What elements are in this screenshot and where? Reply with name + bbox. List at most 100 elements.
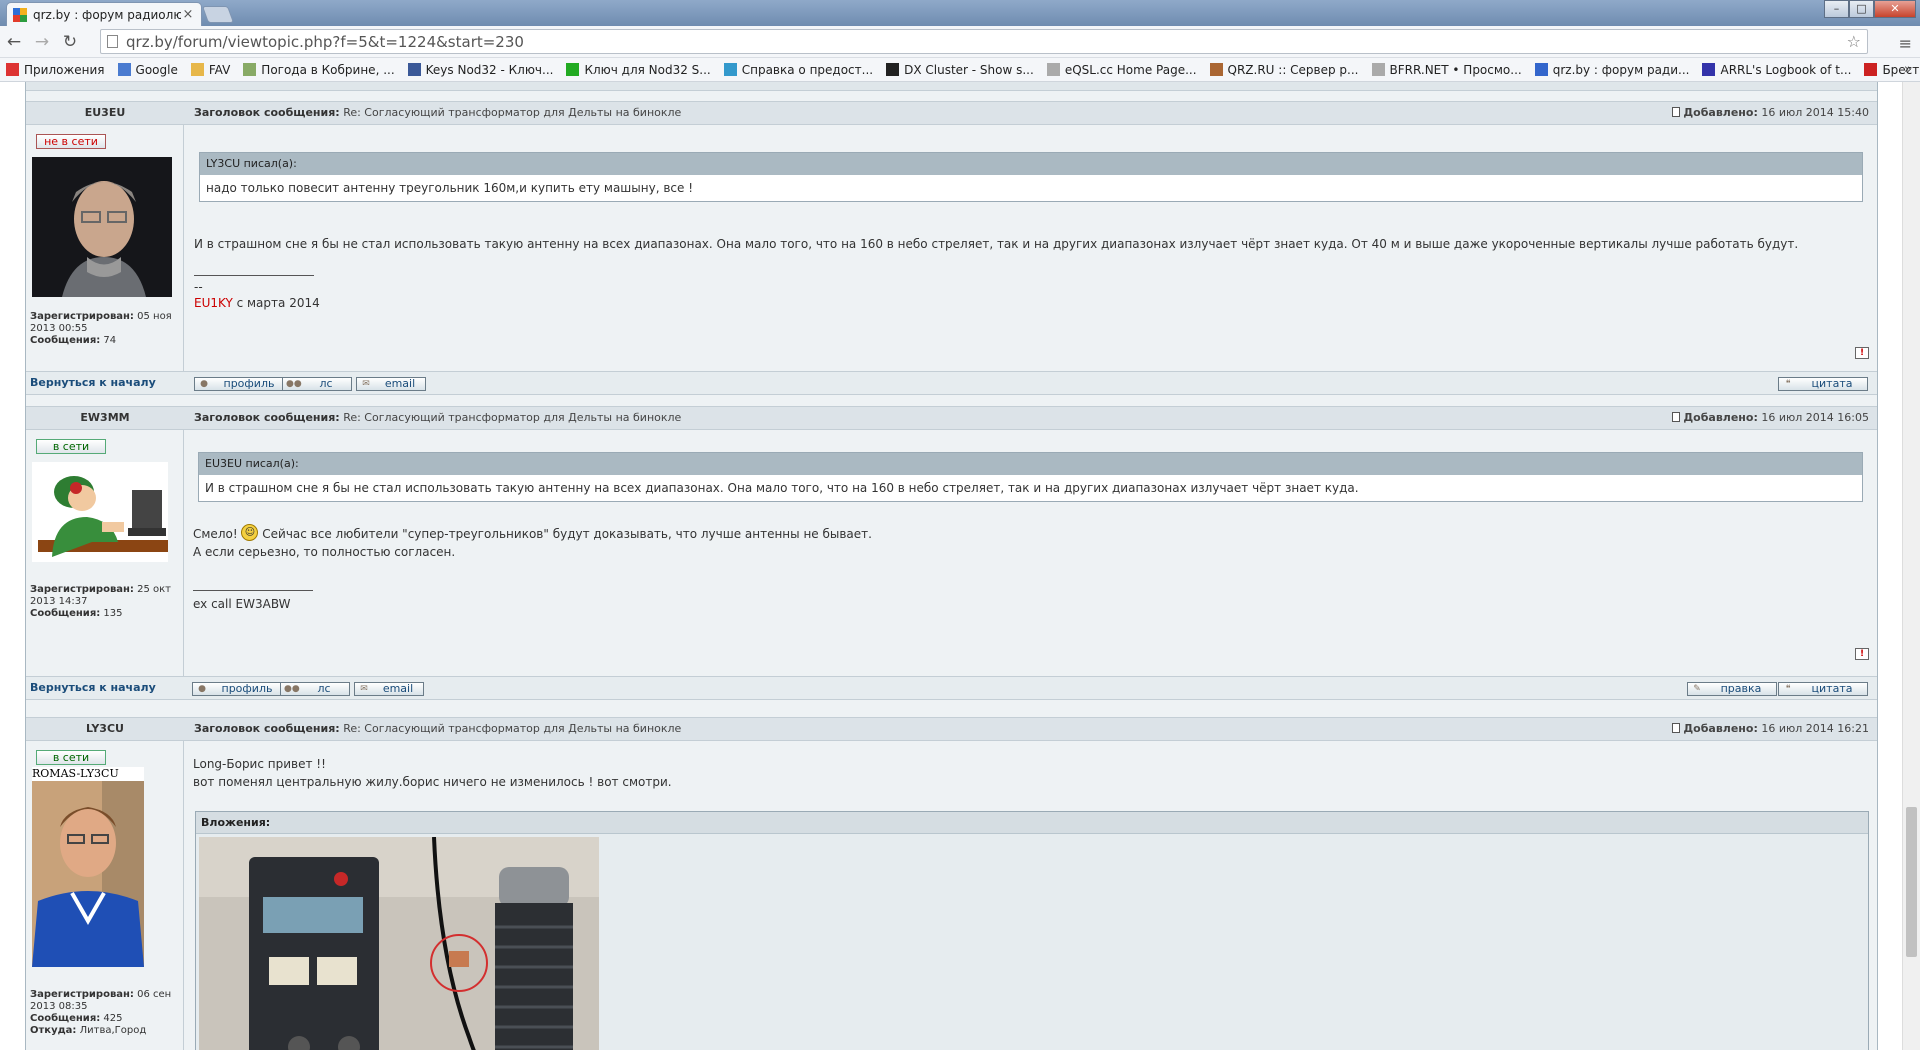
bookmarks-overflow-icon[interactable]: »: [1904, 62, 1912, 77]
bookmark-label: QRZ.RU :: Сервер р...: [1227, 62, 1359, 77]
bookmark-item[interactable]: BFRR.NET • Просмо...: [1371, 63, 1522, 77]
help-icon: [723, 63, 737, 76]
post-body: LY3CU писал(а): надо только повесит анте…: [185, 125, 1877, 371]
browser-toolbar: ← → ↻ qrz.by/forum/viewtopic.php?f=5&t=1…: [0, 26, 1920, 58]
qrzby-icon: [1534, 63, 1548, 76]
quote-block: LY3CU писал(а): надо только повесит анте…: [199, 152, 1863, 202]
profile-button[interactable]: ● профиль: [192, 682, 284, 696]
avatar: [32, 462, 168, 562]
signature-divider: [193, 590, 313, 591]
post-subject: Заголовок сообщения: Re: Согласующий тра…: [194, 411, 682, 424]
bookmark-item[interactable]: Приложения: [6, 63, 105, 77]
post-icon: [1672, 723, 1681, 733]
report-post-icon[interactable]: !: [1855, 347, 1869, 359]
minimize-button[interactable]: –: [1824, 0, 1849, 18]
avatar-photo: [32, 781, 144, 967]
bookmark-item[interactable]: Google: [117, 62, 178, 77]
bookmark-item[interactable]: qrz.by : форум ради...: [1534, 63, 1689, 77]
window-controls: – □ ✕: [1824, 0, 1916, 18]
bookmark-item[interactable]: DX Cluster - Show s...: [886, 63, 1034, 77]
bookmark-item[interactable]: Погода в Кобрине, ...: [243, 62, 395, 77]
page-icon: [107, 35, 118, 48]
pm-icon: ●●: [286, 379, 302, 389]
bookmark-item[interactable]: FAV: [190, 62, 231, 77]
bookmark-item[interactable]: Ключ для Nod32 S...: [566, 62, 711, 77]
address-bar[interactable]: qrz.by/forum/viewtopic.php?f=5&t=1224&st…: [100, 29, 1868, 54]
grin-smiley-icon: ☺: [241, 524, 259, 541]
maximize-button[interactable]: □: [1849, 0, 1874, 18]
post-author[interactable]: EU3EU: [26, 102, 184, 126]
online-status-badge: в сети: [36, 750, 106, 765]
post-signature: ex call EW3ABW: [193, 590, 313, 613]
avatar-photo: [32, 157, 172, 297]
bookmark-star-icon[interactable]: ☆: [1847, 32, 1861, 51]
previous-post-footer: [26, 82, 1877, 91]
page-icon: [1371, 63, 1385, 76]
google-icon: [117, 63, 131, 76]
bookmark-label: Google: [135, 62, 178, 77]
bookmark-label: FAV: [208, 62, 231, 77]
bookmarks-bar: Приложения Google FAV Погода в Кобрине, ...…: [0, 58, 1920, 82]
pm-button[interactable]: ●● лс: [280, 682, 350, 696]
back-button[interactable]: ←: [0, 32, 28, 52]
qrzby-favicon-icon: [13, 7, 27, 22]
close-window-button[interactable]: ✕: [1874, 0, 1916, 18]
bookmark-item[interactable]: ARRL's Logbook of t...: [1702, 63, 1851, 77]
email-button[interactable]: ✉ email: [354, 682, 424, 696]
pm-button[interactable]: ●● лс: [282, 377, 352, 391]
pm-icon: ●●: [284, 684, 300, 694]
bookmark-item[interactable]: eQSL.cc Home Page...: [1046, 62, 1197, 77]
quote-button[interactable]: ❝ цитата: [1778, 682, 1868, 696]
tab-bar: qrz.by : форум радиолюб × – □ ✕: [0, 0, 1920, 26]
bookmark-item[interactable]: QRZ.RU :: Сервер р...: [1209, 62, 1359, 77]
page-scrollbar[interactable]: [1902, 82, 1920, 1050]
post-icon: [1672, 412, 1681, 422]
avatar-caption: ROMAS-LY3CU: [32, 767, 119, 780]
bookmark-label: DX Cluster - Show s...: [904, 62, 1034, 77]
bookmark-label: Ключ для Nod32 S...: [584, 62, 711, 77]
reload-button[interactable]: ↻: [56, 32, 84, 52]
post-author[interactable]: EW3MM: [26, 407, 184, 431]
author-registration: Зарегистрирован: 05 ноя 2013 00:55 Сообщ…: [30, 311, 172, 346]
post-body: EU3EU писал(а): И в страшном сне я бы не…: [185, 430, 1877, 676]
folder-icon: [190, 63, 204, 76]
post-header: LY3CU Заголовок сообщения: Re: Согласующ…: [26, 717, 1877, 741]
new-tab-button[interactable]: [201, 6, 235, 23]
page-icon: [1046, 63, 1060, 76]
online-status-badge: в сети: [36, 439, 106, 454]
forum-topic: EU3EU Заголовок сообщения: Re: Согласующ…: [25, 82, 1878, 1050]
quote-text: надо только повесит антенну треугольник …: [206, 181, 694, 195]
weather-icon: [243, 63, 257, 76]
tab-close-icon[interactable]: ×: [181, 7, 195, 22]
author-registration: Зарегистрирован: 06 сен 2013 08:35 Сообщ…: [30, 989, 172, 1036]
post-author[interactable]: LY3CU: [26, 718, 184, 742]
quote-button[interactable]: ❝ цитата: [1778, 377, 1868, 391]
bookmark-item[interactable]: Справка о предост...: [723, 63, 873, 77]
post-header: EW3MM Заголовок сообщения: Re: Согласующ…: [26, 406, 1877, 430]
signature-callsign: EU1KY: [194, 296, 233, 310]
post-icon: [1672, 107, 1681, 117]
edit-icon: ✎: [1693, 684, 1701, 694]
browser-menu-icon[interactable]: ≡: [1899, 34, 1912, 53]
back-to-top-link[interactable]: Вернуться к началу: [30, 677, 156, 699]
attachment-image[interactable]: [199, 837, 599, 1050]
email-button[interactable]: ✉ email: [356, 377, 426, 391]
post-text: И в страшном сне я бы не стал использова…: [194, 237, 1799, 251]
report-post-icon[interactable]: !: [1855, 648, 1869, 660]
email-icon: ✉: [360, 684, 368, 694]
address-url[interactable]: qrz.by/forum/viewtopic.php?f=5&t=1224&st…: [126, 33, 1847, 51]
bookmark-item[interactable]: Keys Nod32 - Ключ...: [407, 63, 553, 77]
bookmark-label: Погода в Кобрине, ...: [261, 62, 395, 77]
post-date: Добавлено: 16 июл 2014 15:40: [1672, 102, 1869, 124]
avatar: [32, 157, 172, 297]
edit-button[interactable]: ✎ правка: [1687, 682, 1777, 696]
scrollbar-thumb[interactable]: [1906, 807, 1917, 957]
profile-button[interactable]: ● профиль: [194, 377, 286, 391]
quote-block: EU3EU писал(а): И в страшном сне я бы не…: [198, 452, 1863, 502]
bookmark-label: eQSL.cc Home Page...: [1064, 62, 1197, 77]
back-to-top-link[interactable]: Вернуться к началу: [30, 372, 156, 394]
forward-button[interactable]: →: [28, 32, 56, 52]
quote-text: И в страшном сне я бы не стал использова…: [205, 481, 1359, 495]
tab-active[interactable]: qrz.by : форум радиолюб ×: [6, 2, 202, 26]
post-author-info: в сети Зарегистрирован: 25 окт 2013 14:3…: [26, 430, 184, 676]
